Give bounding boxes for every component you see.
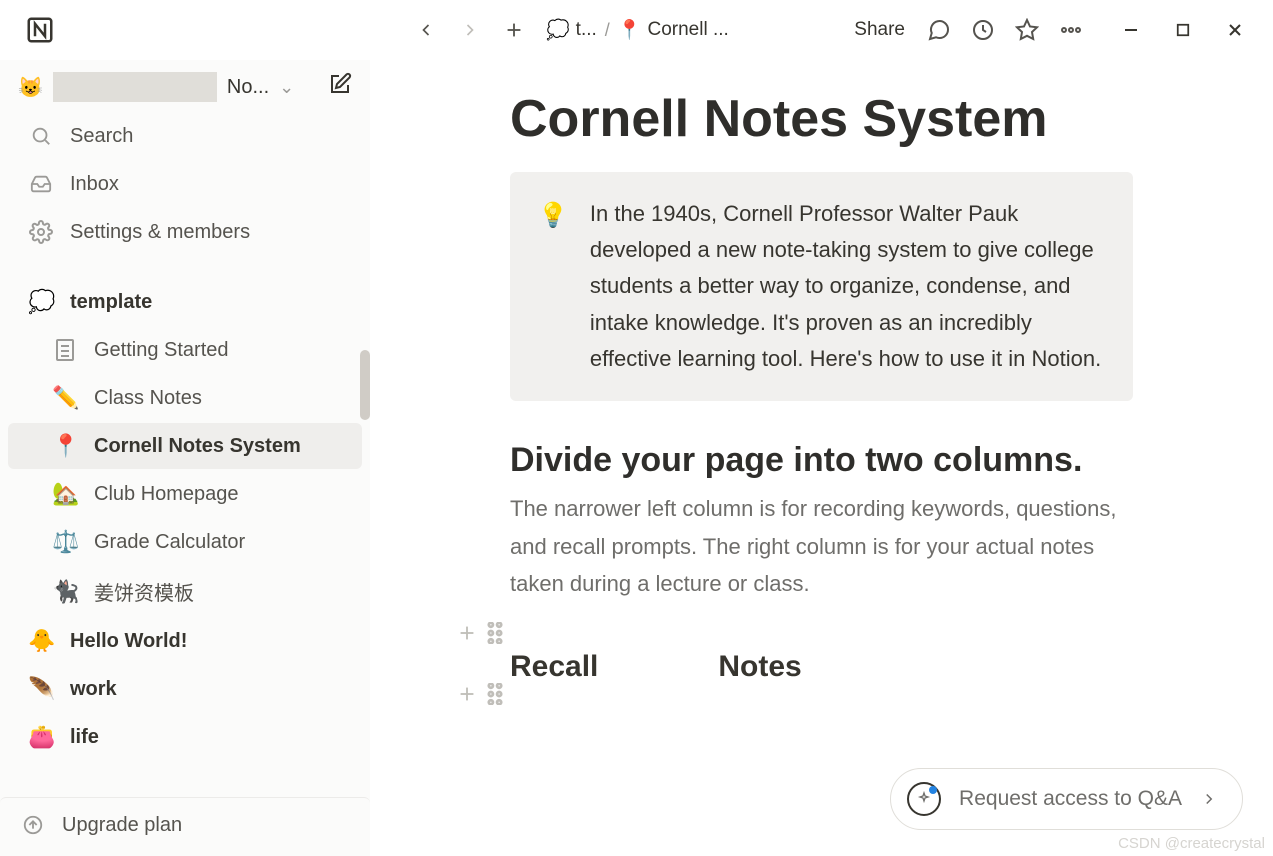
more-icon[interactable] (1051, 10, 1091, 50)
lightbulb-icon: 💡 (538, 196, 568, 377)
gear-icon (28, 219, 54, 245)
sidebar-item-label: Class Notes (94, 387, 202, 410)
sidebar-inbox[interactable]: Inbox (8, 161, 362, 207)
drag-handle-icon (486, 622, 504, 644)
sidebar-page-work[interactable]: 🪶 work (8, 666, 362, 712)
block-handle[interactable] (456, 622, 504, 644)
comments-icon[interactable] (919, 10, 959, 50)
sidebar-search-label: Search (70, 125, 133, 148)
search-icon (28, 123, 54, 149)
breadcrumb-seg1-icon: 💭 (546, 18, 570, 42)
workspace-switcher[interactable]: 😺 No... ⌄ (0, 64, 370, 112)
sidebar-page-template[interactable]: 💭 template (8, 279, 362, 325)
heading-block[interactable]: Divide your page into two columns. (510, 441, 1133, 480)
document-icon (52, 337, 78, 363)
callout-block[interactable]: 💡 In the 1940s, Cornell Professor Walter… (510, 172, 1133, 401)
sidebar-page-cornell[interactable]: 📍 Cornell Notes System (8, 423, 362, 469)
new-page-button[interactable] (494, 10, 534, 50)
sidebar-page-grade[interactable]: ⚖️ Grade Calculator (8, 519, 362, 565)
breadcrumb: 💭 t... / 📍 Cornell ... (546, 18, 729, 42)
sidebar-item-label: Cornell Notes System (94, 435, 301, 458)
titlebar: 💭 t... / 📍 Cornell ... Share (0, 0, 1273, 60)
sidebar-upgrade[interactable]: Upgrade plan (0, 797, 370, 852)
sidebar-item-label: Club Homepage (94, 483, 239, 506)
updates-icon[interactable] (963, 10, 1003, 50)
add-block-icon (456, 622, 478, 644)
window-minimize-button[interactable] (1105, 10, 1157, 50)
window-close-button[interactable] (1209, 10, 1261, 50)
nav-forward-button[interactable] (450, 10, 490, 50)
page-icon: 👛 (28, 724, 54, 750)
block-handle[interactable] (456, 683, 504, 705)
nav-back-button[interactable] (406, 10, 446, 50)
sidebar-page-club[interactable]: 🏡 Club Homepage (8, 471, 362, 517)
sidebar-item-label: work (70, 678, 117, 701)
add-block-icon (456, 683, 478, 705)
sidebar: 😺 No... ⌄ Search Inbox Settings & member… (0, 60, 370, 856)
breadcrumb-seg2-label: Cornell ... (647, 19, 728, 41)
column-heading-recall[interactable]: Recall (510, 650, 598, 684)
qa-pill-label: Request access to Q&A (959, 787, 1182, 811)
upgrade-icon (20, 812, 46, 838)
sidebar-page-hello[interactable]: 🐥 Hello World! (8, 618, 362, 664)
window-maximize-button[interactable] (1157, 10, 1209, 50)
callout-text: In the 1940s, Cornell Professor Walter P… (590, 196, 1105, 377)
chevron-right-icon (1200, 790, 1218, 808)
page-icon: 💭 (28, 289, 54, 315)
sidebar-inbox-label: Inbox (70, 173, 119, 196)
sidebar-item-label: Hello World! (70, 630, 187, 653)
page-icon: 🐈‍⬛ (52, 579, 78, 605)
sidebar-page-ginger[interactable]: 🐈‍⬛ 姜饼资模板 (8, 567, 362, 616)
sidebar-settings[interactable]: Settings & members (8, 209, 362, 255)
workspace-redacted (53, 72, 217, 102)
chevron-down-icon: ⌄ (279, 77, 294, 98)
share-button[interactable]: Share (844, 19, 915, 41)
compose-button[interactable] (328, 72, 352, 102)
page-main: Cornell Notes System 💡 In the 1940s, Cor… (370, 60, 1273, 856)
watermark: CSDN @createcrystal (1118, 835, 1265, 852)
page-icon: 🪶 (28, 676, 54, 702)
favorite-icon[interactable] (1007, 10, 1047, 50)
sidebar-item-label: 姜饼资模板 (94, 577, 194, 606)
breadcrumb-separator: / (605, 20, 610, 41)
sidebar-page-class-notes[interactable]: ✏️ Class Notes (8, 375, 362, 421)
notion-logo-icon (25, 15, 55, 45)
text-block[interactable]: The narrower left column is for recordin… (510, 490, 1133, 602)
page-icon: ✏️ (52, 385, 78, 411)
breadcrumb-seg2-icon: 📍 (618, 18, 642, 42)
sidebar-page-life[interactable]: 👛 life (8, 714, 362, 760)
page-icon: ⚖️ (52, 529, 78, 555)
page-icon: 🏡 (52, 481, 78, 507)
page-icon: 📍 (52, 433, 78, 459)
page-title[interactable]: Cornell Notes System (510, 90, 1133, 150)
sidebar-settings-label: Settings & members (70, 221, 250, 244)
qa-request-pill[interactable]: Request access to Q&A (890, 768, 1243, 830)
breadcrumb-seg-2[interactable]: 📍 Cornell ... (618, 18, 729, 42)
workspace-name: No... (227, 76, 269, 99)
inbox-icon (28, 171, 54, 197)
sidebar-page-getting-started[interactable]: Getting Started (8, 327, 362, 373)
workspace-emoji: 😺 (18, 75, 43, 100)
page-icon: 🐥 (28, 628, 54, 654)
sidebar-item-label: template (70, 291, 152, 314)
sidebar-scrollbar[interactable] (360, 350, 370, 420)
drag-handle-icon (486, 683, 504, 705)
breadcrumb-seg1-label: t... (576, 19, 597, 41)
sparkle-icon (907, 782, 941, 816)
sidebar-item-label: Grade Calculator (94, 531, 245, 554)
sidebar-search[interactable]: Search (8, 113, 362, 159)
sidebar-upgrade-label: Upgrade plan (62, 814, 182, 837)
column-heading-notes[interactable]: Notes (718, 650, 801, 684)
sidebar-item-label: Getting Started (94, 339, 229, 362)
sidebar-item-label: life (70, 726, 99, 749)
breadcrumb-seg-1[interactable]: 💭 t... (546, 18, 597, 42)
